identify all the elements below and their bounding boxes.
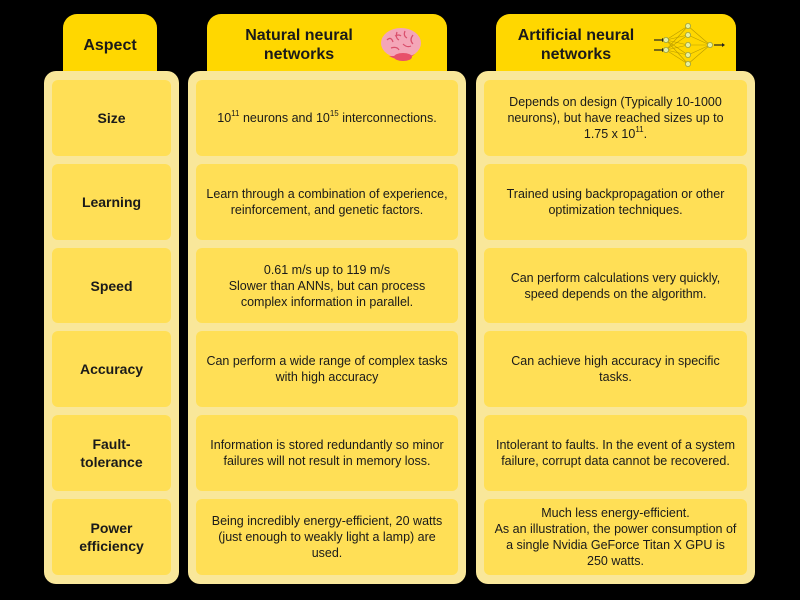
natural-size-text: 1011 neurons and 1015 interconnections. xyxy=(217,108,437,126)
text: Depends on design (Typically 10-1000 neu… xyxy=(507,94,724,141)
aspect-cell-fault-tolerance: Fault-tolerance xyxy=(52,415,171,492)
header-aspect-label: Aspect xyxy=(83,36,137,54)
aspect-label: Learning xyxy=(81,193,142,210)
aspect-label-line: tolerance xyxy=(80,454,143,471)
artificial-column: Depends on design (Typically 10-1000 neu… xyxy=(476,71,755,584)
aspect-cell-power-efficiency: Power efficiency xyxy=(52,499,171,575)
aspect-label-line: Fault- xyxy=(92,436,131,453)
aspect-label-line: efficiency xyxy=(79,538,144,555)
header-natural-label: Natural neural networks xyxy=(245,27,353,63)
artificial-size-text: Depends on design (Typically 10-1000 neu… xyxy=(494,94,737,142)
aspect-label: Speed xyxy=(90,277,133,294)
header-artificial: Artificial neural networks xyxy=(496,14,736,76)
aspect-label: Fault-tolerance xyxy=(80,435,142,471)
text: As an illustration, the power consumptio… xyxy=(494,522,737,569)
natural-cell-accuracy: Can perform a wide range of complex task… xyxy=(196,331,458,408)
natural-fault-text: Information is stored redundantly so min… xyxy=(210,438,444,469)
artificial-cell-accuracy: Can achieve high accuracy in specific ta… xyxy=(484,331,747,408)
natural-learning-text: Learn through a combination of experienc… xyxy=(206,186,448,217)
natural-accuracy-text: Can perform a wide range of complex task… xyxy=(206,354,448,385)
text: Much less energy-efficient. xyxy=(541,506,690,521)
aspect-label: Accuracy xyxy=(79,361,144,378)
artificial-cell-power: Much less energy-efficient. As an illustr… xyxy=(484,499,747,575)
header-natural: Natural neural networks xyxy=(207,14,447,76)
natural-speed-text: 0.61 m/s up to 119 m/s Slower than ANNs, … xyxy=(206,262,448,310)
aspect-cell-size: Size xyxy=(52,80,171,156)
header-aspect: Aspect xyxy=(63,14,157,76)
text: interconnections. xyxy=(338,110,437,125)
artificial-learning-text: Trained using backpropagation or other o… xyxy=(506,186,725,217)
header-artificial-label: Artificial neural networks xyxy=(517,27,635,63)
exponent: 11 xyxy=(635,124,644,134)
aspect-cell-accuracy: Accuracy xyxy=(52,331,171,408)
artificial-cell-size: Depends on design (Typically 10-1000 neu… xyxy=(484,80,747,156)
text: 0.61 m/s up to 119 m/s xyxy=(263,262,391,277)
natural-cell-size: 1011 neurons and 1015 interconnections. xyxy=(196,80,458,156)
natural-cell-learning: Learn through a combination of experienc… xyxy=(196,163,458,240)
text: 10 xyxy=(315,110,330,125)
natural-cell-fault-tolerance: Information is stored redundantly so min… xyxy=(196,415,458,492)
brain-icon xyxy=(381,28,421,61)
natural-column: 1011 neurons and 1015 interconnections. … xyxy=(188,71,466,584)
text: . xyxy=(643,126,648,141)
text: neurons and xyxy=(239,110,316,125)
artificial-accuracy-text: Can achieve high accuracy in specific ta… xyxy=(511,354,720,385)
text: 10 xyxy=(217,110,232,125)
artificial-cell-fault-tolerance: Intolerant to faults. In the event of a … xyxy=(484,415,747,492)
natural-power-text: Being incredibly energy-efficient, 20 wa… xyxy=(211,514,443,561)
aspect-column: Size Learning Speed Accuracy Fault-toler… xyxy=(44,71,179,584)
natural-cell-power: Being incredibly energy-efficient, 20 wa… xyxy=(196,499,458,575)
text: Slower than ANNs, but can process comple… xyxy=(228,278,426,309)
neural-network-icon xyxy=(654,23,725,68)
aspect-label-line: Power xyxy=(90,520,133,537)
aspect-label: Power efficiency xyxy=(79,519,144,555)
artificial-fault-text: Intolerant to faults. In the event of a … xyxy=(495,438,736,469)
artificial-cell-speed: Can perform calculations very quickly, s… xyxy=(484,247,747,324)
aspect-cell-learning: Learning xyxy=(52,163,171,240)
aspect-cell-speed: Speed xyxy=(52,247,171,324)
artificial-power-text: Much less energy-efficient. As an illustr… xyxy=(494,505,737,569)
artificial-speed-text: Can perform calculations very quickly, s… xyxy=(510,270,721,301)
artificial-cell-learning: Trained using backpropagation or other o… xyxy=(484,163,747,240)
aspect-label: Size xyxy=(97,109,126,126)
exponent: 15 xyxy=(329,108,339,118)
natural-cell-speed: 0.61 m/s up to 119 m/s Slower than ANNs, … xyxy=(196,247,458,324)
